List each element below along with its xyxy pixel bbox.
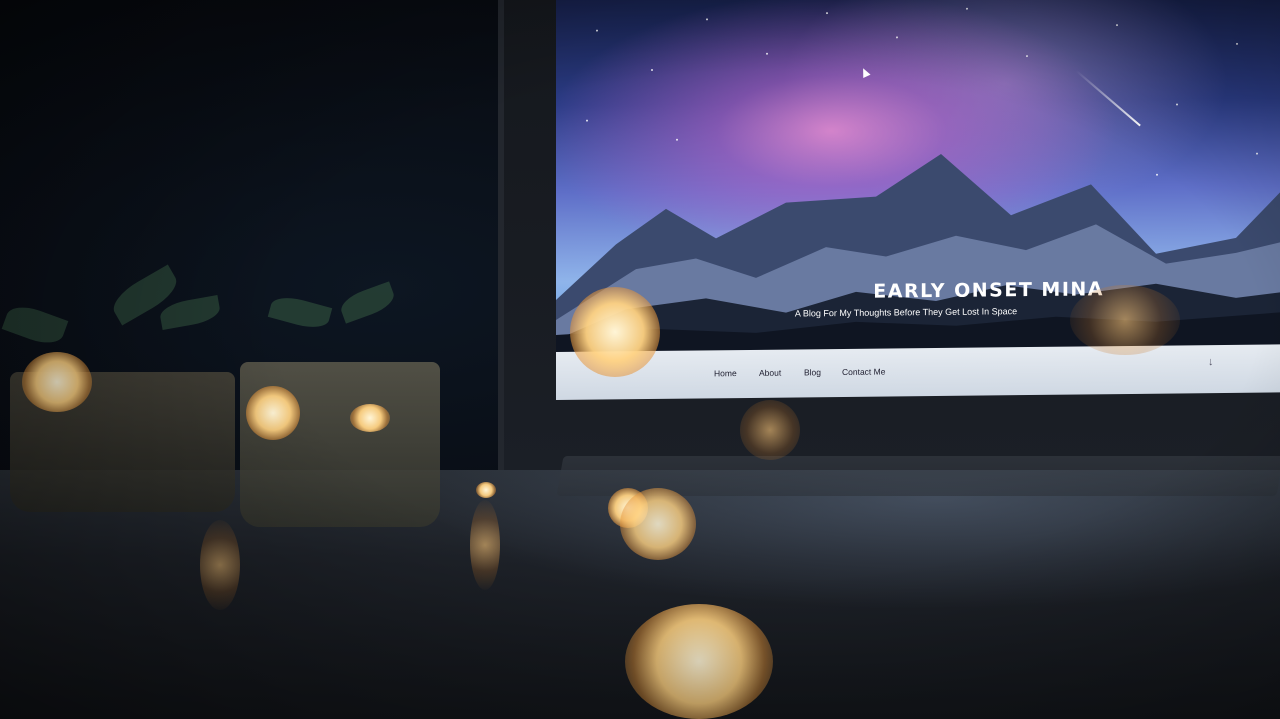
star: [766, 52, 768, 55]
scroll-down-arrow-icon[interactable]: ↓: [1208, 356, 1214, 368]
star: [1026, 55, 1028, 58]
star: [651, 68, 653, 72]
bokeh-light: [570, 287, 660, 377]
star: [596, 29, 598, 32]
bokeh-light-soft: [200, 520, 240, 610]
bokeh-light: [620, 488, 696, 560]
monitor-screen: EARLY ONSET MINA A Blog For My Thoughts …: [556, 0, 1280, 402]
hero-sky-image: EARLY ONSET MINA A Blog For My Thoughts …: [556, 0, 1280, 355]
bokeh-light-soft: [740, 400, 800, 460]
star: [706, 18, 708, 21]
star: [1176, 103, 1178, 106]
plant-leaf: [267, 292, 333, 333]
bokeh-light: [476, 482, 496, 498]
star: [826, 12, 828, 15]
mouse-cursor-icon: [859, 66, 871, 79]
shooting-star: [1075, 69, 1141, 127]
star: [1116, 24, 1118, 27]
plant-leaf: [1, 300, 69, 350]
bokeh-light-soft: [1070, 285, 1180, 355]
bokeh-light: [350, 404, 390, 432]
bokeh-light: [625, 604, 773, 719]
nav-contact-link[interactable]: Contact Me: [842, 367, 885, 377]
bokeh-light-soft: [470, 500, 500, 590]
bokeh-light: [246, 386, 300, 440]
nav-about-link[interactable]: About: [759, 368, 781, 378]
bokeh-light: [22, 352, 92, 412]
star: [586, 119, 588, 122]
site-navbar: [556, 344, 1280, 400]
star: [676, 138, 678, 141]
plant-leaf: [158, 294, 222, 331]
nav-home-link[interactable]: Home: [714, 368, 737, 378]
star: [1236, 42, 1238, 45]
star: [966, 7, 968, 10]
plant-leaf: [337, 281, 398, 324]
star: [896, 36, 898, 39]
nav-blog-link[interactable]: Blog: [804, 367, 821, 377]
photo-scene: EARLY ONSET MINA A Blog For My Thoughts …: [0, 0, 1280, 719]
